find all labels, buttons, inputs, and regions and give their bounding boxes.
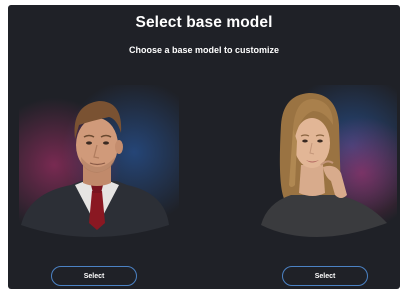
male-model-portrait [21, 101, 169, 237]
page-subtitle: Choose a base model to customize [128, 45, 280, 55]
female-model-card[interactable] [237, 85, 397, 245]
select-male-model-button[interactable]: Select [51, 266, 137, 286]
female-model-portrait [261, 93, 387, 237]
model-selection-screen: Select base model Choose a base model to… [8, 5, 400, 289]
select-female-model-button[interactable]: Select [282, 266, 368, 286]
male-model-card[interactable] [19, 85, 179, 245]
page-title: Select base model [135, 14, 273, 31]
